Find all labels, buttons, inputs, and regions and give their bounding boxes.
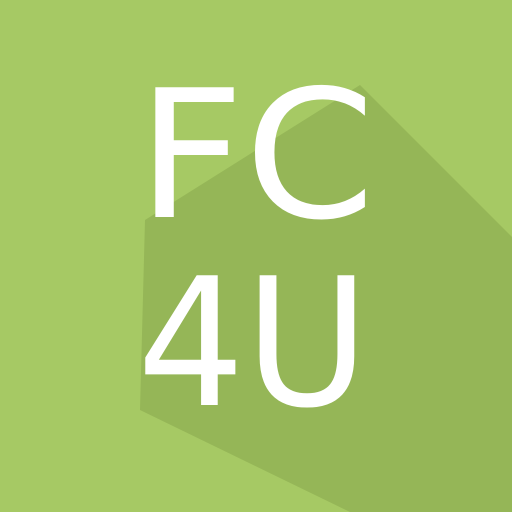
app-icon: FC 4U — [0, 0, 512, 512]
app-icon-graphic: FC 4U — [0, 0, 512, 512]
logo-line-1: FC — [137, 52, 375, 259]
logo-line-2: 4U — [137, 240, 369, 447]
